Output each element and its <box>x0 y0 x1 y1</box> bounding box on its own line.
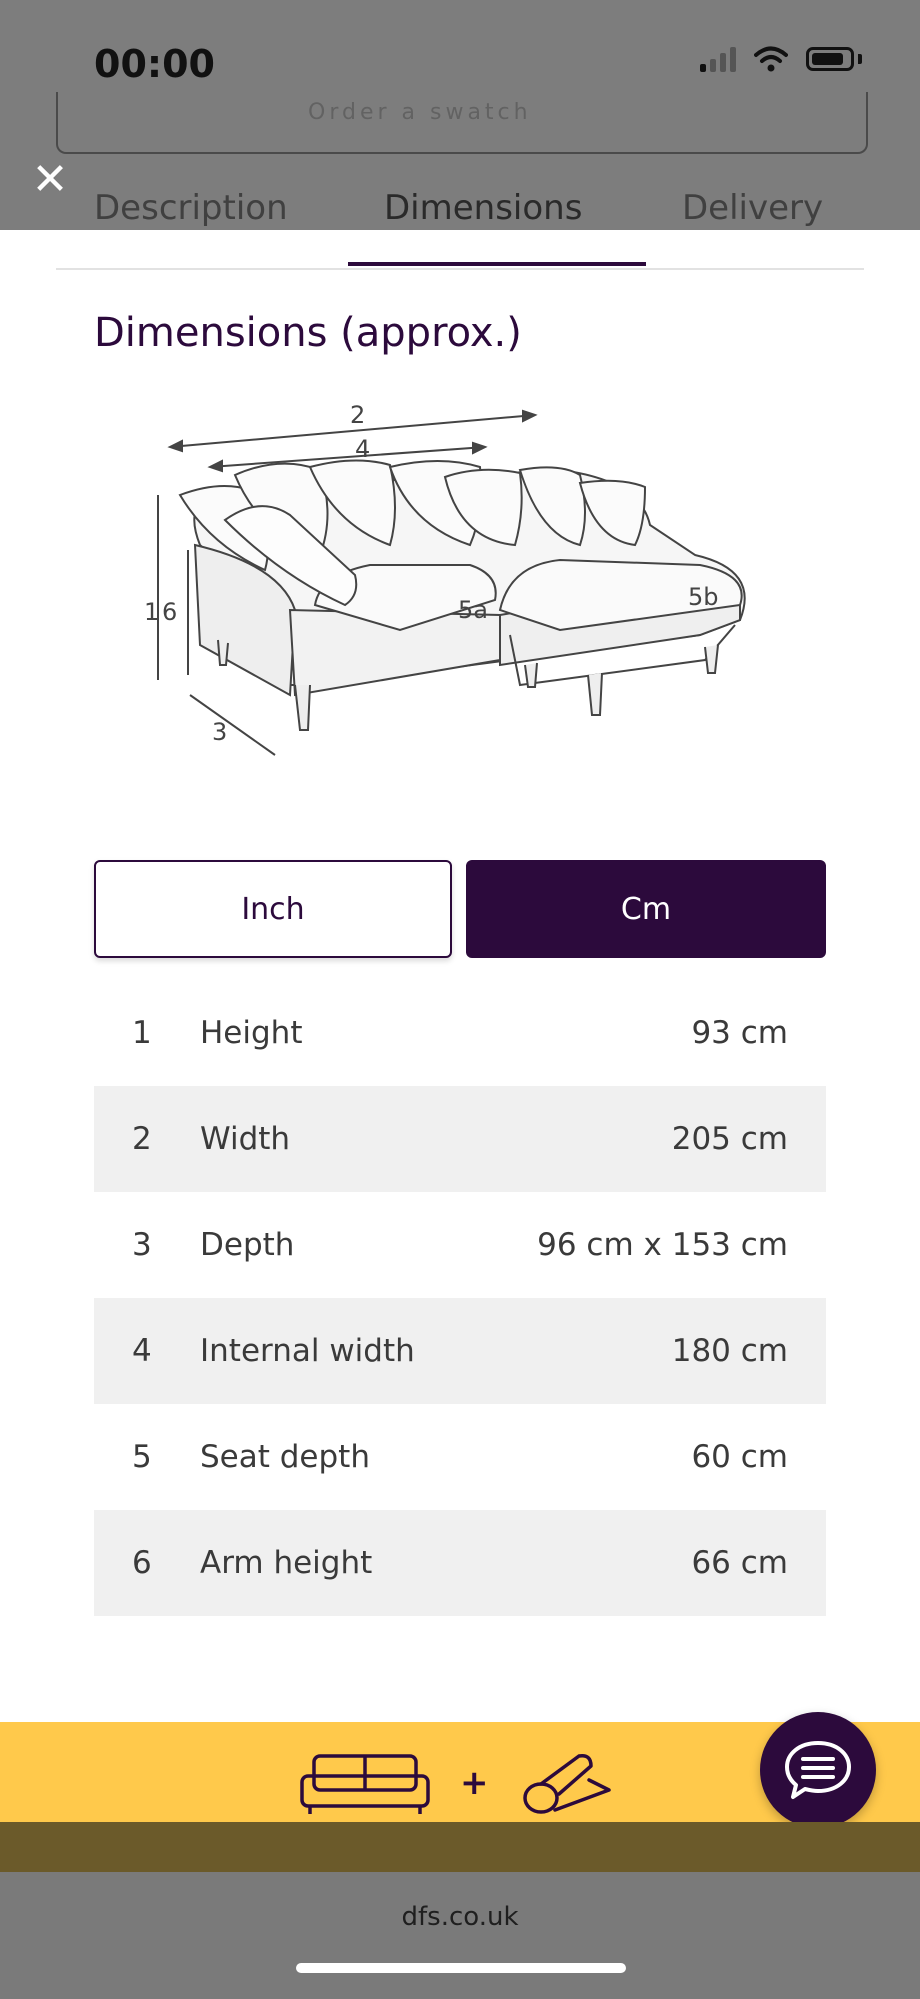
tab-divider <box>56 268 864 270</box>
order-swatch-button[interactable]: Order a swatch <box>56 92 868 154</box>
diagram-label-2: 2 <box>350 401 365 429</box>
dimensions-table: 1 Height 93 cm 2 Width 205 cm 3 Depth 96… <box>94 980 826 1616</box>
active-tab-indicator <box>348 262 646 266</box>
row-label: Depth <box>200 1227 295 1263</box>
diagram-label-5b: 5b <box>688 583 719 611</box>
signal-icon <box>700 46 736 72</box>
unit-cm-button[interactable]: Cm <box>466 860 826 958</box>
table-row: 5 Seat depth 60 cm <box>94 1404 826 1510</box>
diagram-label-6: 6 <box>162 598 177 626</box>
diagram-label-5a: 5a <box>458 596 488 624</box>
banner-plus: + <box>460 1763 489 1803</box>
row-number: 3 <box>132 1227 152 1263</box>
row-value: 205 cm <box>671 1121 788 1157</box>
status-time: 00:00 <box>94 42 215 86</box>
banner-icons: + <box>300 1750 619 1816</box>
row-number: 2 <box>132 1121 152 1157</box>
tab-dimensions[interactable]: Dimensions <box>384 188 582 228</box>
diagram-label-1: 1 <box>144 598 159 626</box>
table-row: 4 Internal width 180 cm <box>94 1298 826 1404</box>
chat-icon <box>785 1741 851 1799</box>
tab-description[interactable]: Description <box>94 188 288 228</box>
dimmed-banner-strip <box>0 1822 920 1872</box>
row-number: 1 <box>132 1015 152 1051</box>
wifi-icon <box>754 46 788 72</box>
row-value: 66 cm <box>691 1545 788 1581</box>
row-number: 5 <box>132 1439 152 1475</box>
row-value: 93 cm <box>691 1015 788 1051</box>
status-icons <box>700 46 862 72</box>
table-row: 2 Width 205 cm <box>94 1086 826 1192</box>
row-label: Internal width <box>200 1333 415 1369</box>
chat-button[interactable] <box>760 1712 876 1828</box>
row-value: 96 cm x 153 cm <box>537 1227 788 1263</box>
rug-icon <box>522 1753 611 1814</box>
battery-icon <box>806 47 854 71</box>
row-number: 4 <box>132 1333 152 1369</box>
row-label: Arm height <box>200 1545 373 1581</box>
row-value: 180 cm <box>671 1333 788 1369</box>
row-label: Seat depth <box>200 1439 370 1475</box>
row-label: Width <box>200 1121 291 1157</box>
table-row: 1 Height 93 cm <box>94 980 826 1086</box>
row-value: 60 cm <box>691 1439 788 1475</box>
row-number: 6 <box>132 1545 152 1581</box>
table-row: 3 Depth 96 cm x 153 cm <box>94 1192 826 1298</box>
url-text[interactable]: dfs.co.uk <box>0 1902 920 1932</box>
close-icon[interactable]: ✕ <box>30 158 70 202</box>
diagram-label-4: 4 <box>355 435 370 463</box>
tab-delivery[interactable]: Delivery <box>682 188 823 228</box>
home-indicator[interactable] <box>296 1963 626 1973</box>
order-swatch-label: Order a swatch <box>308 100 532 125</box>
diagram-label-3: 3 <box>212 718 227 746</box>
row-label: Height <box>200 1015 303 1051</box>
browser-address-bar[interactable] <box>0 1872 920 1999</box>
unit-inch-button[interactable]: Inch <box>94 860 452 958</box>
table-row: 6 Arm height 66 cm <box>94 1510 826 1616</box>
sofa-diagram: 2 4 1 6 3 5a 5b <box>144 401 746 756</box>
section-title: Dimensions (approx.) <box>94 310 522 356</box>
sofa-icon <box>300 1754 430 1814</box>
